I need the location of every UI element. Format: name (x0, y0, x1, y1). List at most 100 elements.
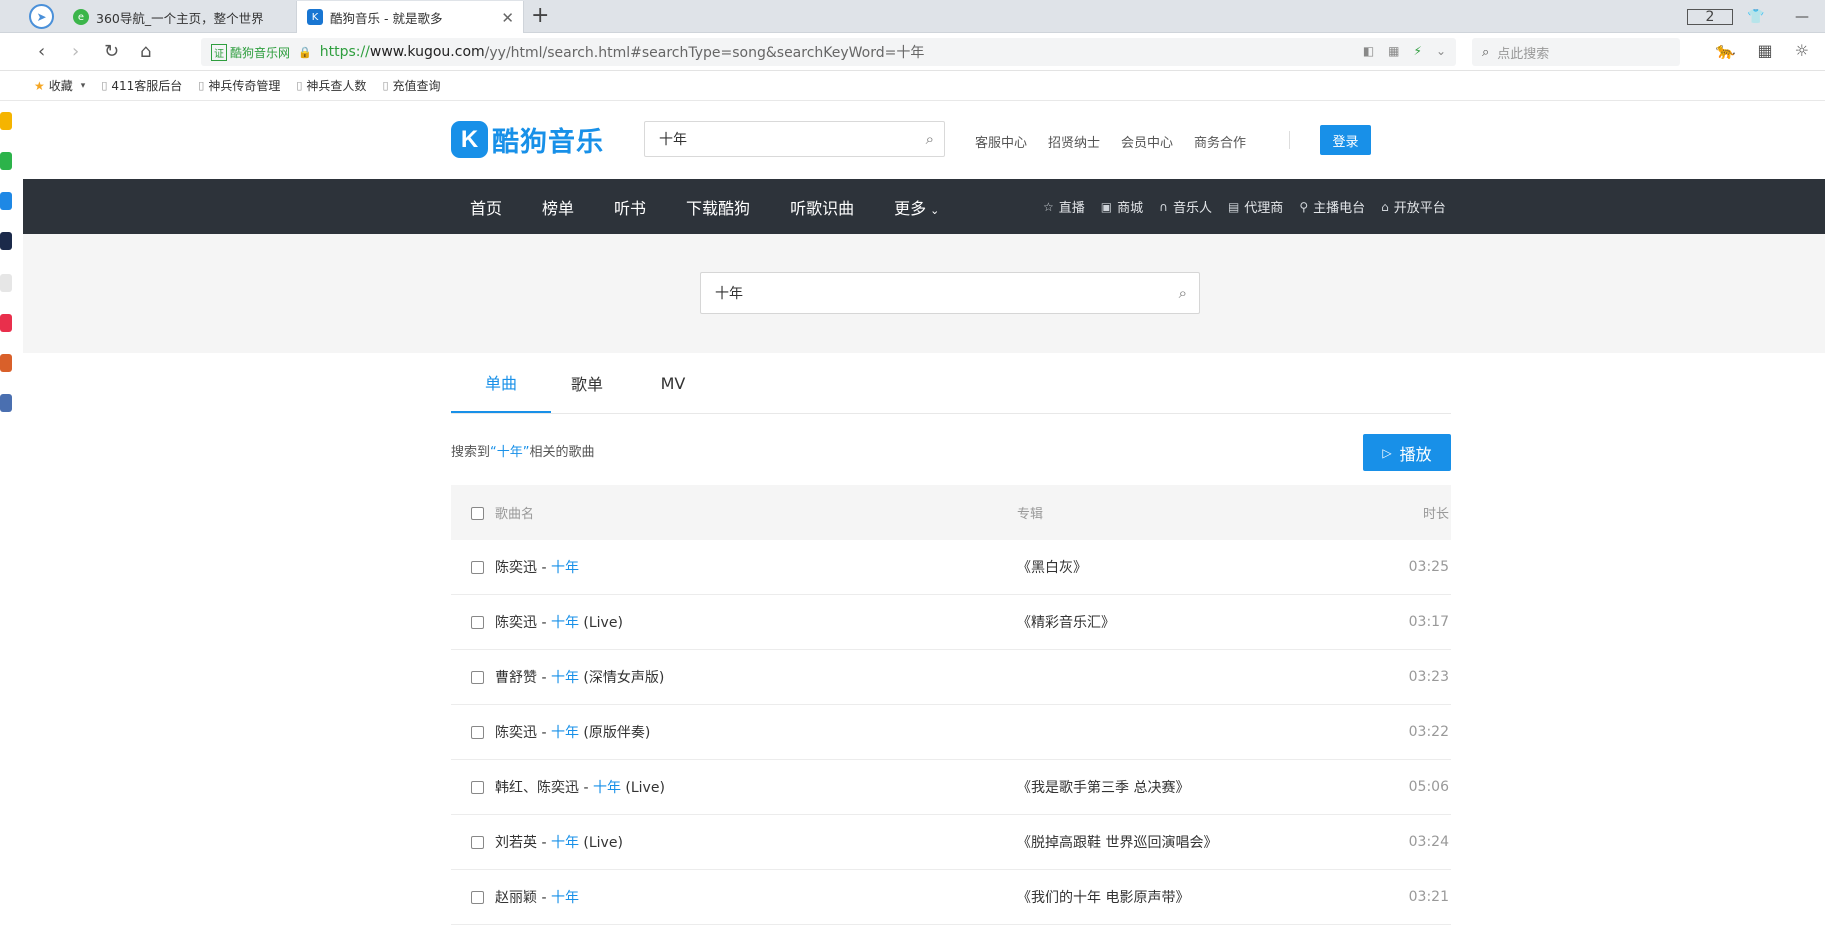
song-duration: 03:24 (1408, 834, 1449, 850)
bookmark-item[interactable]: ▯ 神兵传奇管理 (198, 77, 280, 94)
apps-grid-icon[interactable]: ▦ (1758, 41, 1773, 60)
tab-mv[interactable]: MV (623, 353, 723, 413)
song-name[interactable]: 陈奕迅 - 十年 (495, 557, 579, 577)
song-name[interactable]: 曹舒赞 - 十年 (深情女声版) (495, 667, 664, 687)
nav-item-download[interactable]: 下载酷狗 (686, 195, 750, 219)
extension-icon[interactable]: ◧ (1363, 44, 1374, 58)
minimize-icon[interactable]: — (1779, 9, 1825, 25)
nav-item-home[interactable]: 首页 (470, 195, 502, 219)
nav-sub-shop[interactable]: ▣ 商城 (1101, 197, 1143, 217)
side-app-icon[interactable] (0, 314, 12, 332)
row-checkbox[interactable] (471, 616, 484, 629)
browser-tab[interactable]: e 360导航_一个主页，整个世界 (63, 1, 295, 33)
table-row[interactable]: 陈奕迅 - 十年 (Live) 《精彩音乐汇》 03:17 (451, 595, 1451, 650)
search-icon[interactable]: ⌕ (1179, 284, 1187, 302)
lightning-icon[interactable]: ⚡ (1414, 44, 1422, 58)
row-checkbox[interactable] (471, 891, 484, 904)
link-business[interactable]: 商务合作 (1194, 132, 1246, 151)
side-app-icon[interactable] (0, 354, 12, 372)
brightness-icon[interactable]: ☼ (1795, 41, 1809, 60)
song-album[interactable]: 《我们的十年 电影原声带》 (1017, 887, 1189, 907)
song-title: 十年 (550, 890, 579, 906)
table-row[interactable]: 陈奕迅 - 十年 (原版伴奏) 03:22 (451, 705, 1451, 760)
play-button[interactable]: ▷ 播放 (1363, 434, 1451, 471)
kugou-page: K 酷狗音乐 ⌕ 客服中心 招贤纳士 会员中心 商务合作 登录 首页 榜单 听书… (23, 101, 1825, 946)
song-name[interactable]: 赵丽颖 - 十年 (495, 887, 579, 907)
nav-sub-open-platform[interactable]: ⌂ 开放平台 (1381, 197, 1446, 217)
song-album[interactable]: 《我是歌手第三季 总决赛》 (1017, 777, 1189, 797)
nav-item-more[interactable]: 更多 ⌄ (894, 195, 939, 219)
back-icon[interactable]: ‹ (38, 41, 45, 62)
nav-item-song-recognition[interactable]: 听歌识曲 (790, 195, 854, 219)
navigation-icon[interactable]: ➤ (29, 4, 54, 29)
dropdown-icon: ▾ (80, 80, 86, 91)
link-membership[interactable]: 会员中心 (1121, 132, 1173, 151)
tab-playlists[interactable]: 歌单 (537, 353, 637, 413)
bookmark-favorites[interactable]: ★ 收藏 ▾ (34, 77, 85, 94)
row-checkbox[interactable] (471, 671, 484, 684)
side-app-icon[interactable] (0, 192, 12, 210)
table-row[interactable]: 刘若英 - 十年 (Live) 《脱掉高跟鞋 世界巡回演唱会》 03:24 (451, 815, 1451, 870)
side-app-icon[interactable] (0, 232, 12, 250)
side-app-icon[interactable] (0, 112, 12, 130)
row-checkbox[interactable] (471, 781, 484, 794)
song-album[interactable]: 《精彩音乐汇》 (1017, 612, 1115, 632)
nav-sub: ☆ 直播 ▣ 商城 ∩ 音乐人 ▤ 代理商 ⚲ 主播电台 ⌂ 开放平台 (1043, 179, 1446, 234)
song-album[interactable]: 《脱掉高跟鞋 世界巡回演唱会》 (1017, 832, 1217, 852)
tab-count-button[interactable]: 2 (1687, 8, 1733, 25)
song-album[interactable]: 《黑白灰》 (1017, 557, 1087, 577)
table-row[interactable]: 赵丽颖 - 十年 《我们的十年 电影原声带》 03:21 (451, 870, 1451, 925)
link-customer-service[interactable]: 客服中心 (975, 132, 1027, 151)
refresh-icon[interactable]: ↻ (104, 41, 119, 62)
nav-sub-agent[interactable]: ▤ 代理商 (1228, 197, 1284, 217)
side-app-icon[interactable] (0, 394, 12, 412)
bookmark-item[interactable]: ▯ 神兵查人数 (296, 77, 366, 94)
close-icon[interactable]: ✕ (501, 9, 514, 27)
nav-sub-live[interactable]: ☆ 直播 (1043, 197, 1085, 217)
main-search-input[interactable] (701, 273, 1199, 313)
leopard-icon[interactable]: 🐆 (1716, 41, 1736, 60)
result-suffix: 相关的歌曲 (529, 445, 595, 460)
nav-item-charts[interactable]: 榜单 (542, 195, 574, 219)
bookmark-label: 收藏 (48, 79, 73, 93)
tab-title: 酷狗音乐 - 就是歌多 (330, 10, 443, 26)
header-duration: 时长 (1422, 507, 1449, 522)
search-icon[interactable]: ⌕ (926, 130, 934, 148)
table-row[interactable]: 曹舒赞 - 十年 (深情女声版) 03:23 (451, 650, 1451, 705)
home-icon[interactable]: ⌂ (140, 41, 151, 62)
side-app-icon[interactable] (0, 152, 12, 170)
tab-songs[interactable]: 单曲 (451, 353, 551, 413)
side-app-icon[interactable] (0, 274, 12, 292)
browser-search-box[interactable]: ⌕ 点此搜索 (1472, 38, 1680, 66)
bookmark-item[interactable]: ▯ 411客服后台 (101, 77, 182, 94)
login-button[interactable]: 登录 (1320, 125, 1371, 155)
bookmark-item[interactable]: ▯ 充值查询 (382, 77, 440, 94)
link-careers[interactable]: 招贤纳士 (1048, 132, 1100, 151)
forward-icon[interactable]: › (72, 41, 79, 62)
song-name[interactable]: 刘若英 - 十年 (Live) (495, 832, 623, 852)
nav-sub-radio[interactable]: ⚲ 主播电台 (1299, 197, 1365, 217)
song-name[interactable]: 陈奕迅 - 十年 (原版伴奏) (495, 722, 650, 742)
nav-item-audiobooks[interactable]: 听书 (614, 195, 646, 219)
url-bar[interactable]: 证酷狗音乐网 🔒 https://www.kugou.com/yy/html/s… (201, 38, 1456, 66)
nav-sub-label: 代理商 (1244, 201, 1284, 216)
site-verified-badge[interactable]: 证酷狗音乐网 (211, 43, 290, 61)
song-name[interactable]: 陈奕迅 - 十年 (Live) (495, 612, 623, 632)
skin-icon[interactable]: 👕 (1733, 9, 1779, 25)
browser-tab-active[interactable]: K 酷狗音乐 - 就是歌多 ✕ (296, 1, 524, 33)
table-row[interactable]: 陈奕迅 - 十年 《黑白灰》 03:25 (451, 540, 1451, 595)
table-row[interactable]: 韩红、陈奕迅 - 十年 (Live) 《我是歌手第三季 总决赛》 05:06 (451, 760, 1451, 815)
header-search-input[interactable] (645, 122, 944, 156)
kugou-logo[interactable]: K 酷狗音乐 (451, 120, 604, 159)
row-checkbox[interactable] (471, 561, 484, 574)
qrcode-icon[interactable]: ▦ (1388, 44, 1399, 58)
new-tab-button[interactable]: + (531, 3, 549, 28)
nav-sub-musician[interactable]: ∩ 音乐人 (1159, 197, 1212, 217)
result-keyword: “十年” (490, 445, 530, 460)
headphones-icon: ∩ (1159, 199, 1168, 214)
select-all-checkbox[interactable] (471, 506, 484, 520)
row-checkbox[interactable] (471, 726, 484, 739)
chevron-down-icon[interactable]: ⌄ (1436, 44, 1446, 58)
row-checkbox[interactable] (471, 836, 484, 849)
song-name[interactable]: 韩红、陈奕迅 - 十年 (Live) (495, 777, 665, 797)
